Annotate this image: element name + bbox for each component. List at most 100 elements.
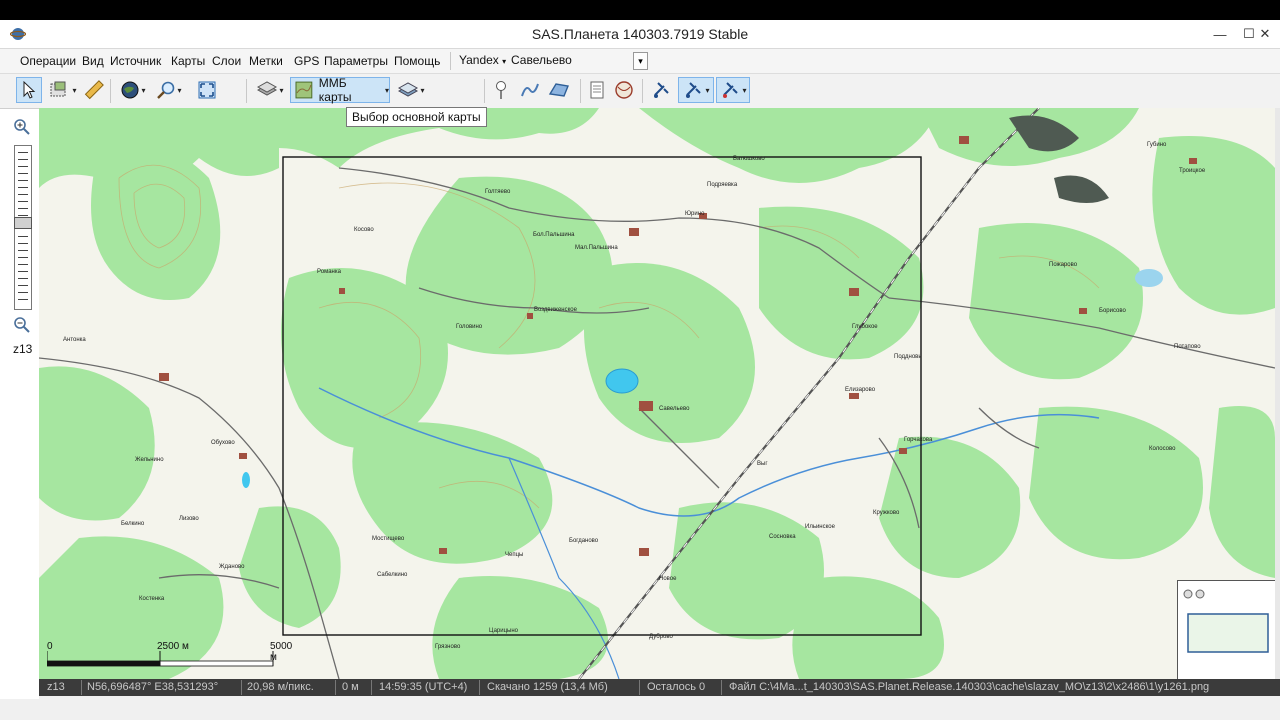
minimap-viewport[interactable]	[1187, 613, 1269, 653]
zoom-tick	[18, 166, 28, 167]
chevron-down-icon: ▾	[502, 57, 507, 66]
gps-center-button[interactable]: ▾	[716, 77, 750, 103]
add-path-button[interactable]	[518, 77, 542, 103]
status-divider	[241, 680, 242, 695]
map-label-belkino: Белкино	[121, 521, 145, 527]
map-label-kosovo: Косово	[354, 227, 374, 233]
zoom-tick	[18, 299, 28, 300]
ruler-tool-button[interactable]	[82, 77, 106, 103]
status-divider	[639, 680, 640, 695]
select-area-icon	[50, 81, 66, 97]
map-label-borisovo: Борисово	[1099, 308, 1126, 314]
hybrid-layers-button[interactable]: ▾	[394, 77, 428, 103]
add-polygon-button[interactable]	[546, 77, 572, 103]
map-view[interactable]: Савельево Головино Воздвиженское Романка…	[39, 108, 1275, 679]
zoom-slider-thumb[interactable]	[14, 217, 32, 229]
path-icon	[521, 83, 539, 97]
toolbar-separator	[580, 79, 581, 103]
zoom-slider[interactable]	[14, 145, 32, 310]
scale-label-0: 0	[47, 641, 53, 652]
magnifier-icon	[157, 81, 175, 99]
gps-connect-button[interactable]	[648, 77, 674, 103]
map-label-antonka: Антонка	[63, 337, 86, 343]
map-label-bolshaya-palshina: Бол.Пальшина	[533, 232, 575, 238]
zoom-tick	[18, 271, 28, 272]
zoom-tick	[18, 208, 28, 209]
minimap-zoom-out-icon[interactable]	[1195, 589, 1205, 599]
zoom-in-icon[interactable]	[13, 118, 31, 136]
menu-marks[interactable]: Метки	[249, 54, 283, 68]
layers-button[interactable]: ▾	[252, 77, 288, 103]
zoom-tick	[18, 215, 28, 216]
toolbar-separator	[642, 79, 643, 103]
map-label-podryaevo: Подряевка	[707, 182, 738, 188]
map-label-kostenka: Костенка	[139, 596, 165, 602]
placemark-manager-button[interactable]	[586, 77, 608, 103]
zoom-tick	[18, 236, 28, 237]
cursor-icon	[23, 81, 36, 99]
main-map-label: ММБ карты	[318, 76, 352, 104]
gps-sphere-button[interactable]	[612, 77, 636, 103]
toolbar-separator	[246, 79, 247, 103]
map-label-gorchakovo: Горчакова	[904, 437, 933, 443]
menu-layers[interactable]: Слои	[212, 54, 241, 68]
menu-parameters[interactable]: Параметры	[324, 54, 388, 68]
minimap-zoom-in-icon[interactable]	[1183, 589, 1193, 599]
status-divider	[81, 680, 82, 695]
placemark-icon	[496, 81, 506, 99]
map-label-novoe: Новое	[659, 576, 677, 582]
menu-operations[interactable]: Операции	[20, 54, 76, 68]
status-divider	[335, 680, 336, 695]
map-label-pozharovo: Пожарово	[1049, 262, 1078, 268]
zoom-tick	[18, 159, 28, 160]
menu-view[interactable]: Вид	[82, 54, 104, 68]
menu-maps[interactable]: Карты	[171, 54, 205, 68]
add-placemark-button[interactable]	[490, 77, 512, 103]
fullscreen-icon	[198, 81, 216, 99]
scale-label-2500: 2500 м	[157, 641, 189, 652]
zoom-tick	[18, 152, 28, 153]
toolbar-separator	[484, 79, 485, 103]
menu-source[interactable]: Источник	[110, 54, 161, 68]
menu-help[interactable]: Помощь	[394, 54, 440, 68]
selection-tool-button[interactable]: ▾	[46, 77, 80, 103]
map-label-elizarovo: Елизарово	[845, 387, 876, 393]
map-label-chepilovo: Чепцы	[505, 552, 523, 558]
gps-track-button[interactable]: ▾	[678, 77, 714, 103]
status-downloaded: Скачано 1259 (13,4 Мб)	[487, 681, 608, 693]
map-label-yurino: Юрино	[685, 211, 705, 217]
fullscreen-button[interactable]	[194, 77, 220, 103]
map-label-gryaznovo: Грязново	[435, 644, 461, 650]
zoom-tick	[18, 173, 28, 174]
main-map-select-button[interactable]: ММБ карты ▾	[290, 76, 390, 104]
search-dropdown-button[interactable]: ▾	[633, 52, 648, 70]
hybrid-layers-icon	[398, 82, 419, 97]
map-label-vozdvizhenskoe: Воздвиженское	[534, 307, 578, 313]
zoom-tick	[18, 285, 28, 286]
topographic-map: Савельево Головино Воздвиженское Романка…	[39, 108, 1275, 679]
pan-tool-button[interactable]	[16, 77, 42, 103]
satellite-icon	[654, 82, 669, 98]
minimap[interactable]	[1177, 580, 1277, 681]
minimize-button[interactable]: —	[1205, 20, 1235, 48]
map-label-sosnovka: Сосновка	[769, 534, 796, 540]
map-label-zhdanovo: Жданово	[219, 564, 245, 570]
status-bar: z13 N56,696487° E38,531293° 20,98 м/пикс…	[39, 679, 1280, 696]
status-divider	[721, 680, 722, 695]
map-label-trostsy: Троицкое	[1179, 168, 1206, 174]
minimap-graphic	[1178, 581, 1276, 680]
search-engine-select[interactable]: Yandex ▾	[459, 53, 506, 69]
search-input[interactable]: Савельево	[511, 53, 572, 69]
polygon-icon	[548, 83, 569, 97]
map-vertical-scrollbar[interactable]	[1275, 108, 1280, 679]
close-button[interactable]: ✕	[1250, 20, 1280, 48]
toolbar: ▾ ▾ ▾ ▾ ММБ карты ▾ ▾ ▾ ▾	[0, 74, 1280, 109]
menu-bar: Операции Вид Источник Карты Слои Метки G…	[0, 49, 1280, 74]
menu-gps[interactable]: GPS	[294, 54, 319, 68]
zoom-tick	[18, 187, 28, 188]
globe-button[interactable]: ▾	[116, 77, 150, 103]
zoom-out-icon[interactable]	[13, 316, 31, 334]
zoom-search-button[interactable]: ▾	[152, 77, 186, 103]
sphere-icon	[615, 81, 633, 99]
title-bar: SAS.Планета 140303.7919 Stable — ☐ ✕	[0, 20, 1280, 49]
